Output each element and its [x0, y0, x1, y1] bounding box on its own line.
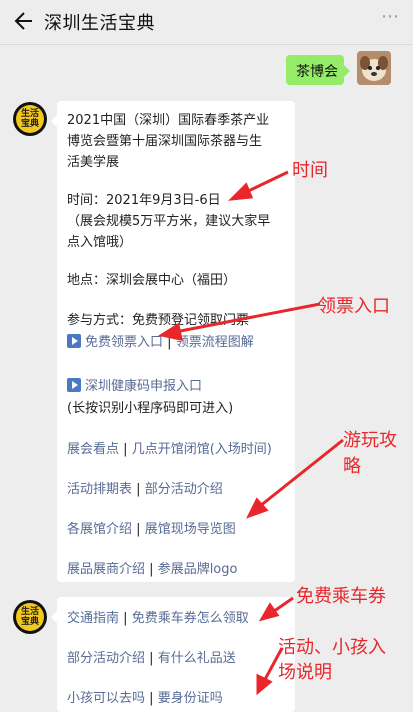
arrow-play [254, 438, 344, 512]
arrow-ticket [169, 302, 321, 335]
annotation-play-2: 略 [343, 456, 361, 477]
arrow-kids-head [256, 673, 273, 696]
arrow-ticket-head [158, 322, 183, 341]
annotation-ticket: 领票入口 [318, 296, 390, 317]
annotation-kids-1: 活动、小孩入 [278, 637, 386, 658]
annotation-kids-2: 场说明 [278, 662, 332, 683]
annotation-play-1: 游玩攻 [343, 430, 397, 451]
arrow-time-head [227, 182, 254, 201]
annotation-time: 时间 [292, 160, 328, 181]
annotation-bus: 免费乘车券 [296, 586, 386, 607]
arrow-bus-head [258, 602, 280, 622]
